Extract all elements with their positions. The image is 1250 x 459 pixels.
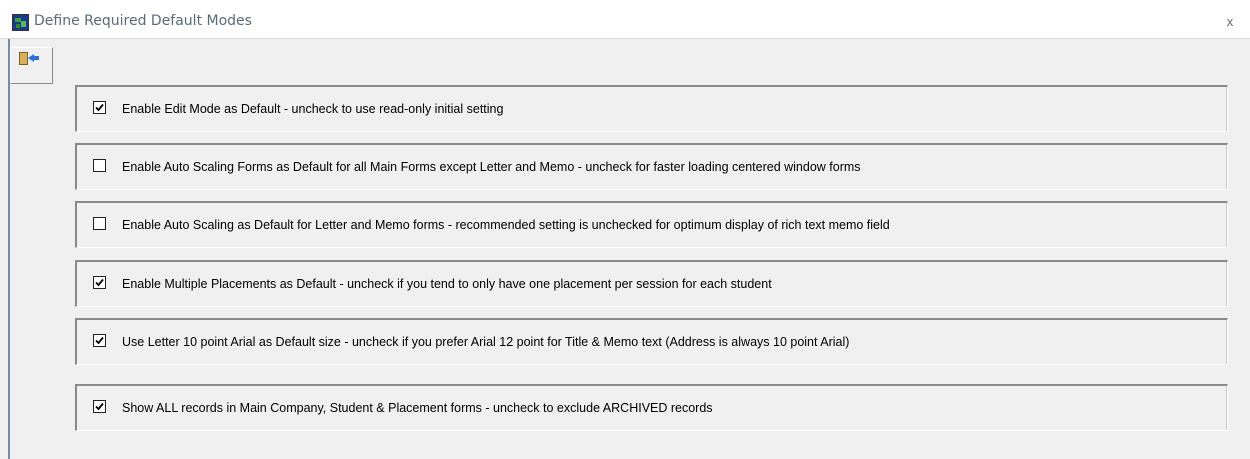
option-checkbox[interactable] [93, 400, 106, 413]
option-panel: Enable Edit Mode as Default - uncheck to… [75, 85, 1228, 132]
option-panel: Show ALL records in Main Company, Studen… [75, 384, 1228, 431]
option-panel: Use Letter 10 point Arial as Default siz… [75, 318, 1228, 365]
option-label[interactable]: Show ALL records in Main Company, Studen… [122, 401, 713, 415]
option-panel: Enable Multiple Placements as Default - … [75, 260, 1228, 307]
close-button[interactable]: x [1222, 14, 1238, 30]
title-bar: Define Required Default Modes x [0, 0, 1250, 39]
option-label[interactable]: Enable Multiple Placements as Default - … [122, 277, 772, 291]
option-checkbox[interactable] [93, 159, 106, 172]
option-checkbox[interactable] [93, 334, 106, 347]
option-checkbox[interactable] [93, 101, 106, 114]
window-left-border [8, 39, 10, 459]
option-checkbox[interactable] [93, 217, 106, 230]
option-panel: Enable Auto Scaling as Default for Lette… [75, 201, 1228, 248]
option-checkbox[interactable] [93, 276, 106, 289]
option-label[interactable]: Enable Edit Mode as Default - uncheck to… [122, 102, 503, 116]
exit-button[interactable] [10, 47, 53, 84]
option-label[interactable]: Use Letter 10 point Arial as Default siz… [122, 335, 849, 349]
option-panel: Enable Auto Scaling Forms as Default for… [75, 143, 1228, 190]
option-label[interactable]: Enable Auto Scaling Forms as Default for… [122, 160, 861, 174]
app-icon [12, 14, 29, 31]
option-label[interactable]: Enable Auto Scaling as Default for Lette… [122, 218, 890, 232]
window-title: Define Required Default Modes [34, 13, 252, 29]
